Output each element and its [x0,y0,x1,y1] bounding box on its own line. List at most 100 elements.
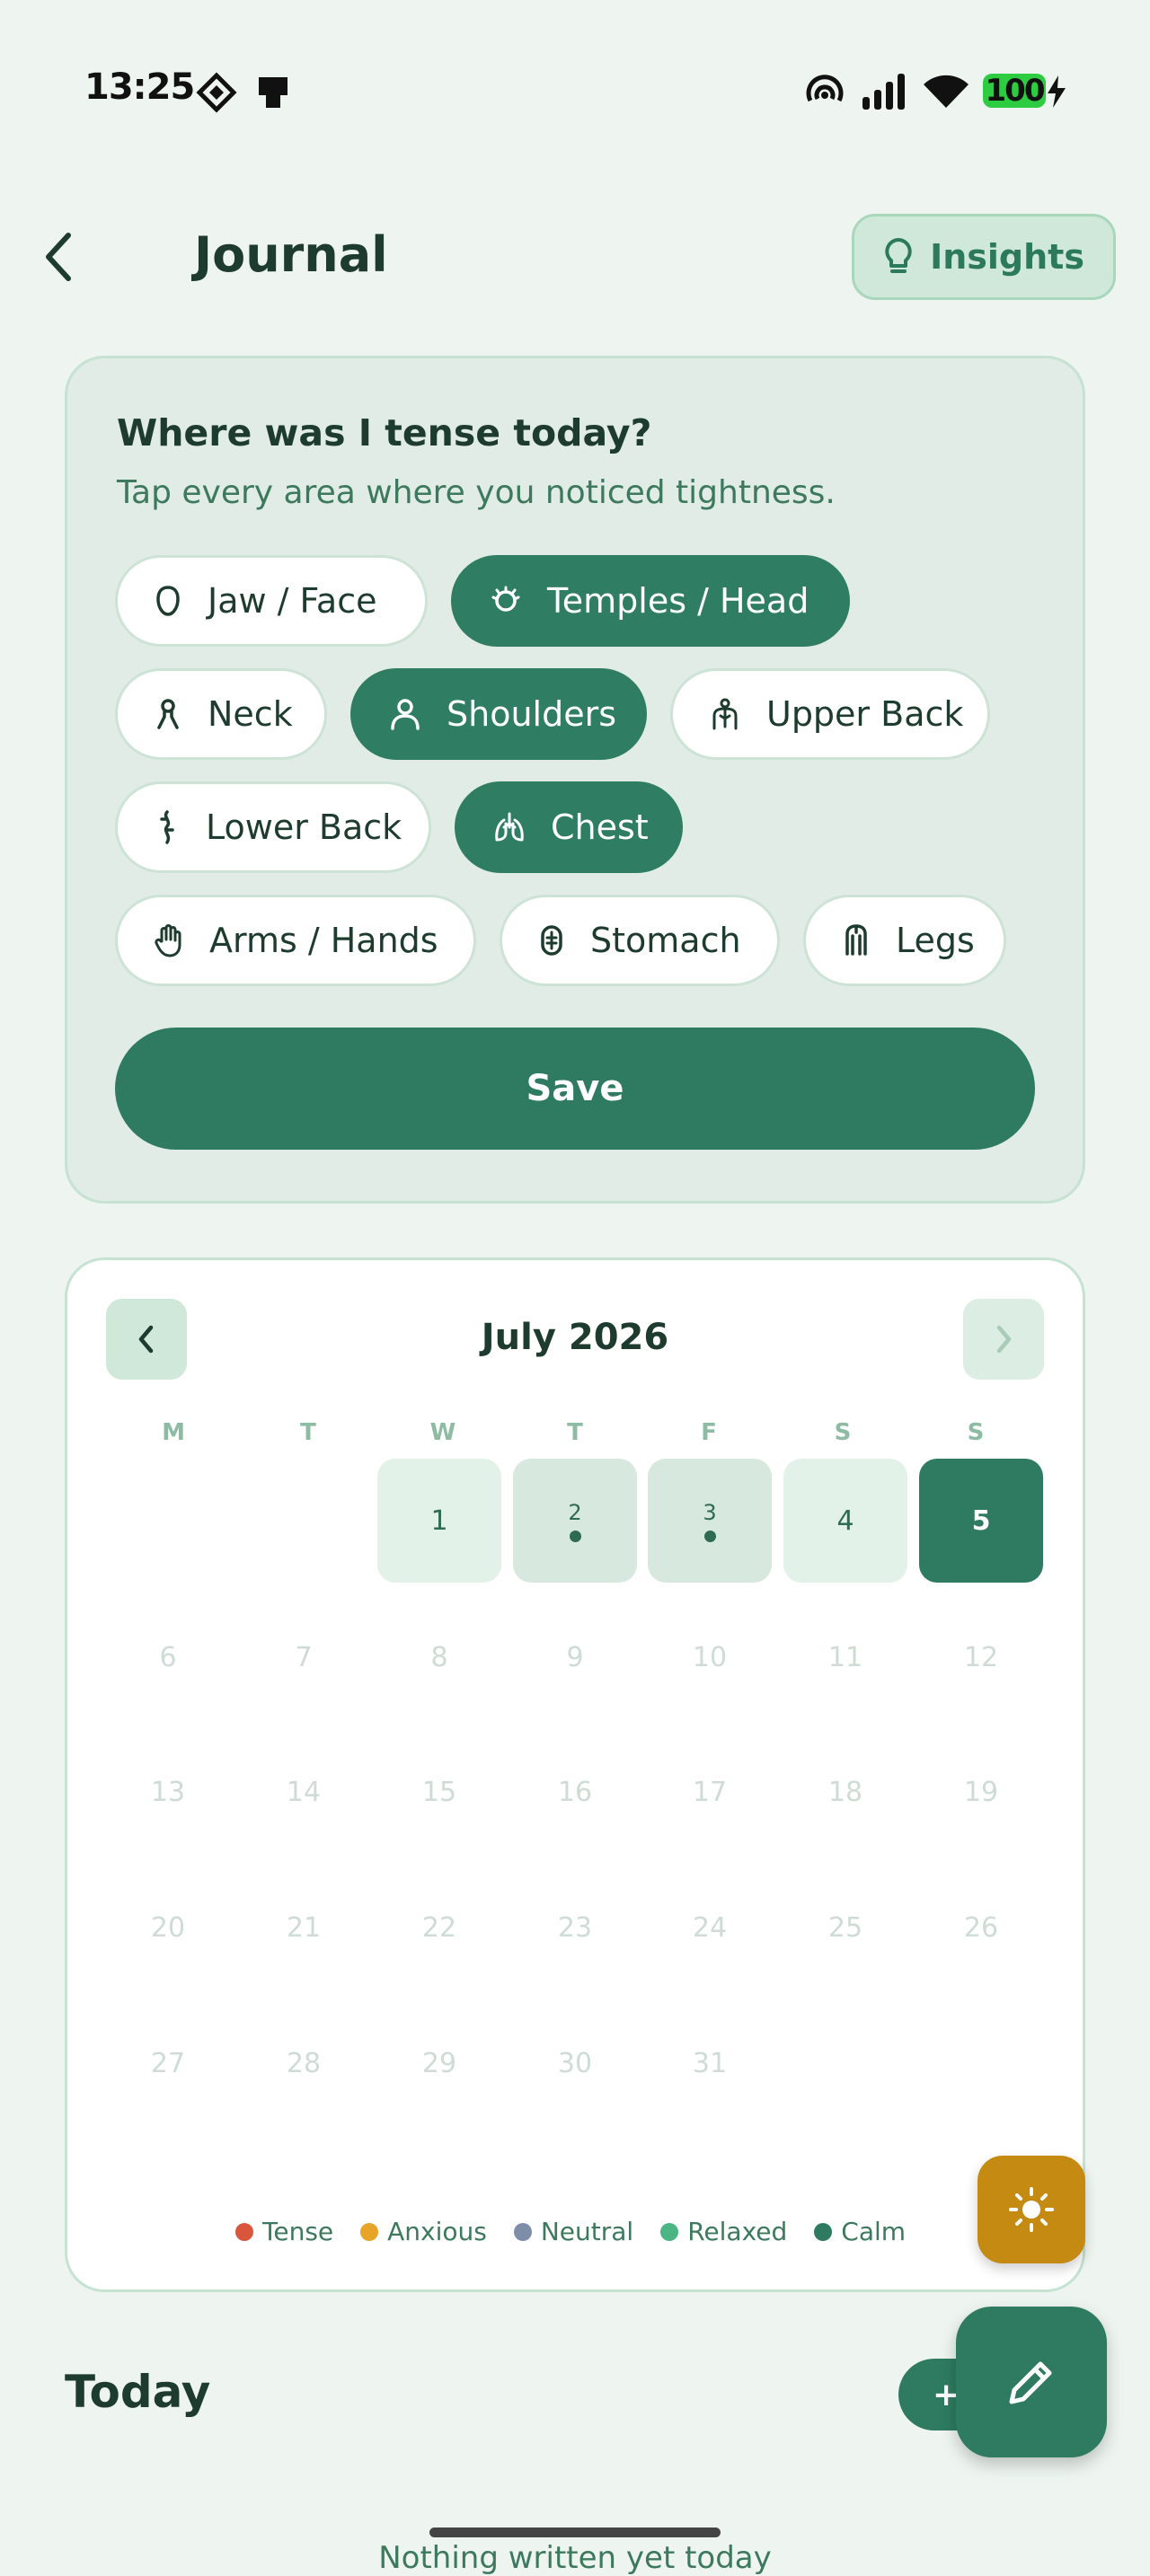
calendar-day[interactable]: 13 [106,1730,230,1854]
calendar-day[interactable]: 9 [513,1595,637,1719]
signal-icon [862,74,905,110]
legs-icon [845,924,867,956]
calendar-day[interactable]: 20 [106,1866,230,1989]
legend-item-calm: Calm [814,2217,906,2246]
entry-dot [703,1530,716,1542]
chip-upper-back[interactable]: Upper Back [670,668,990,760]
chip-label: Jaw / Face [208,581,377,621]
calendar-day-today[interactable]: 5 [919,1459,1043,1583]
save-button[interactable]: Save [115,1028,1035,1150]
calendar-day[interactable]: 26 [919,1866,1043,1989]
calendar-day[interactable]: 1 [377,1459,501,1583]
chip-jaw-face[interactable]: Jaw / Face [115,555,428,647]
hotspot-icon [806,75,844,102]
calendar-day[interactable]: 23 [513,1866,637,1989]
chip-label: Arms / Hands [209,921,438,960]
calendar-day[interactable]: 18 [783,1730,907,1854]
calendar-day[interactable]: 12 [919,1595,1043,1719]
chip-label: Upper Back [766,694,964,734]
wifi-icon [924,75,969,108]
weekday-sat: S [834,1419,852,1446]
legend-item-neutral: Neutral [513,2217,633,2246]
calendar-day[interactable]: 7 [242,1595,366,1719]
calendar-day[interactable]: 17 [648,1730,772,1854]
calendar-day[interactable]: 2 [513,1459,637,1583]
calendar-day[interactable]: 6 [106,1595,230,1719]
new-entry-button[interactable] [956,2307,1107,2457]
weekday-thu: T [567,1419,583,1446]
face-icon [156,586,180,616]
hand-icon [155,924,181,957]
battery-level: 100 [983,73,1046,109]
legend-item-tense: Tense [235,2217,333,2246]
sim-card-icon [259,77,288,108]
calendar-day[interactable]: 11 [783,1595,907,1719]
chip-label: Lower Back [206,807,402,847]
chip-label: Shoulders [447,694,617,734]
next-month-button[interactable] [963,1299,1044,1380]
chip-lower-back[interactable]: Lower Back [115,781,431,873]
today-heading: Today [65,2366,211,2418]
home-indicator[interactable] [429,2527,721,2537]
legend-item-anxious: Anxious [360,2217,487,2246]
weekday-tue: T [300,1419,316,1446]
calendar-day[interactable]: 16 [513,1730,637,1854]
back-icon[interactable] [41,230,77,284]
insights-label: Insights [930,237,1084,277]
chip-label: Legs [896,921,975,960]
calendar-day[interactable]: 4 [783,1459,907,1583]
calendar-day[interactable]: 25 [783,1866,907,1989]
calendar-day[interactable]: 22 [377,1866,501,1989]
chip-stomach[interactable]: Stomach [500,895,780,986]
calendar-day[interactable]: 19 [919,1730,1043,1854]
calendar-day[interactable]: 28 [242,2001,366,2125]
chip-temples-head[interactable]: Temples / Head [451,555,850,647]
neck-icon [157,699,179,729]
insights-button[interactable]: Insights [852,214,1116,300]
calendar-day[interactable]: 30 [513,2001,637,2125]
tense-card-subtitle: Tap every area where you noticed tightne… [117,474,836,511]
nfc-icon [196,72,237,113]
lungs-icon [495,812,524,842]
lightbulb-icon [885,238,912,273]
chip-label: Neck [208,694,293,734]
chip-neck[interactable]: Neck [115,668,327,760]
calendar-day[interactable]: 24 [648,1866,772,1989]
stomach-icon [541,925,562,956]
chip-label: Temples / Head [547,581,809,621]
calendar-day[interactable]: 29 [377,2001,501,2125]
chip-legs[interactable]: Legs [803,895,1006,986]
chip-label: Stomach [590,921,741,960]
theme-toggle-button[interactable] [978,2156,1085,2263]
chip-shoulders[interactable]: Shoulders [350,668,647,760]
chip-label: Chest [551,807,649,847]
upper-back-icon [712,698,738,730]
spine-icon [160,810,174,844]
prev-month-button[interactable] [106,1299,187,1380]
weekday-wed: W [429,1419,456,1446]
sun-icon [1009,2187,1054,2232]
tense-card-title: Where was I tense today? [117,411,652,454]
calendar-day[interactable]: 21 [242,1866,366,1989]
calendar-day[interactable]: 8 [377,1595,501,1719]
pencil-icon [1009,2361,1052,2404]
status-time: 13:25 [84,66,195,108]
head-icon [491,586,520,612]
calendar-day[interactable]: 31 [648,2001,772,2125]
charging-icon [1048,75,1066,108]
weekday-mon: M [162,1419,185,1446]
chip-chest[interactable]: Chest [455,781,683,873]
calendar-day[interactable]: 27 [106,2001,230,2125]
entry-dot [569,1530,581,1542]
calendar-day[interactable]: 15 [377,1730,501,1854]
chip-arms-hands[interactable]: Arms / Hands [115,895,476,986]
calendar-day[interactable]: 10 [648,1595,772,1719]
chevron-right-icon [996,1325,1012,1354]
shoulders-icon [391,699,420,730]
calendar-day[interactable]: 3 [648,1459,772,1583]
legend-item-relaxed: Relaxed [660,2217,787,2246]
calendar-month-label: July 2026 [481,1317,669,1358]
mood-legend: Tense Anxious Neutral Relaxed Calm [235,2217,906,2246]
page-title: Journal [194,226,388,283]
calendar-day[interactable]: 14 [242,1730,366,1854]
